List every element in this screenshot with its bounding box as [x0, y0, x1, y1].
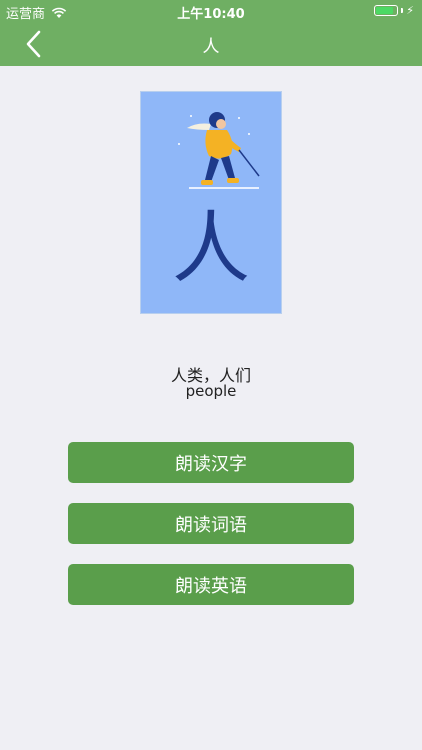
top-bar: 运营商 上午10:40 ⚡ 人: [0, 0, 422, 66]
skier-illustration: [178, 112, 260, 189]
read-character-button[interactable]: 朗读汉字: [68, 442, 354, 483]
meaning-en: people: [185, 382, 237, 400]
page-title: 人: [202, 37, 220, 57]
charging-bolt-icon: ⚡: [406, 4, 414, 17]
read-english-button[interactable]: 朗读英语: [68, 564, 354, 605]
nav-bar: 人: [0, 22, 422, 66]
battery-icon: [374, 5, 399, 16]
character-card: 人: [140, 91, 282, 314]
battery-tip: [401, 8, 404, 13]
status-time: 上午10:40: [177, 7, 245, 22]
screen: 运营商 上午10:40 ⚡ 人 人 人类，人们 people 朗读汉字 朗读词语…: [0, 0, 422, 750]
read-word-button[interactable]: 朗读词语: [68, 503, 354, 544]
battery-fill: [376, 7, 394, 14]
card-character: 人: [171, 204, 250, 294]
status-bar: 运营商 上午10:40 ⚡: [0, 0, 422, 22]
battery-indicator: ⚡: [374, 4, 414, 17]
